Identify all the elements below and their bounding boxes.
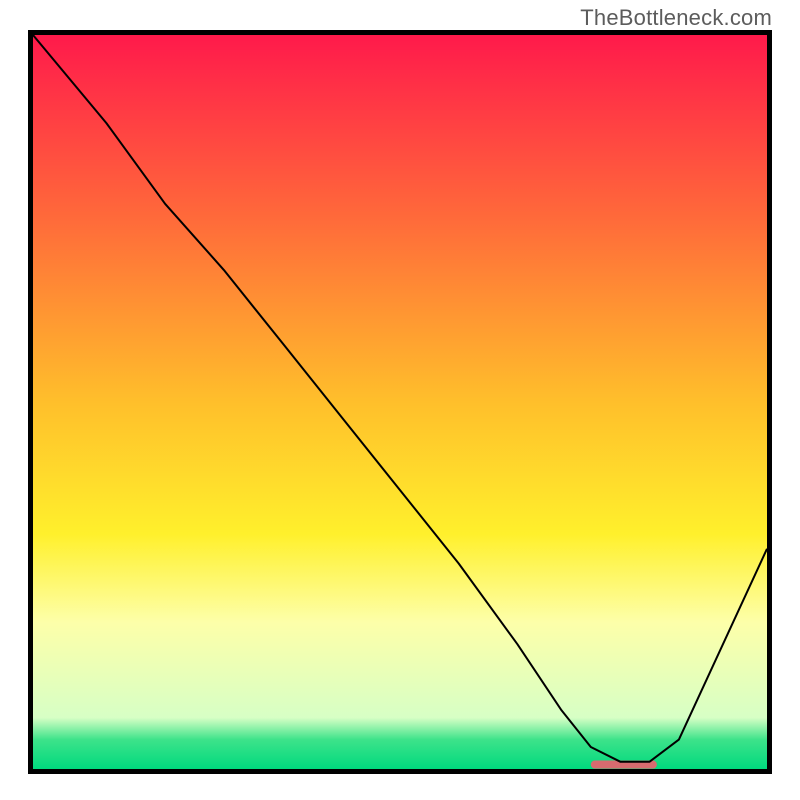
chart-frame [28,30,772,774]
watermark-text: TheBottleneck.com [580,5,772,31]
